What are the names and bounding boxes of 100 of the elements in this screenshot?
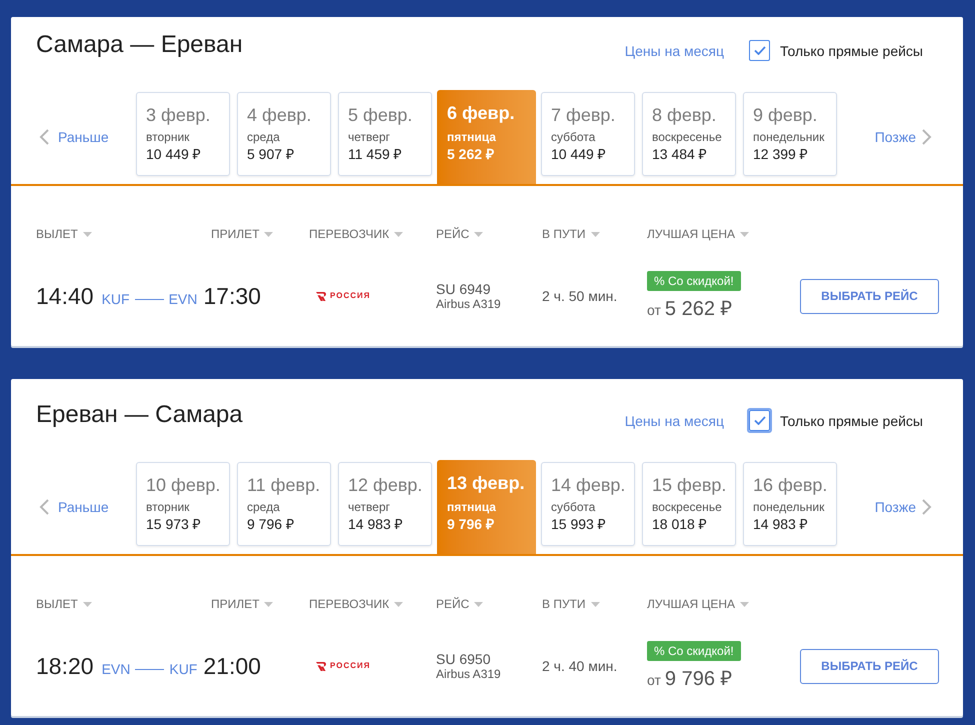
route-line-icon (135, 668, 164, 670)
aircraft-model: Airbus A319 (436, 667, 502, 681)
tile-date: 16 февр. (753, 474, 828, 496)
date-tile[interactable]: 4 февр. среда 5 907 ₽ (237, 92, 331, 176)
column-header[interactable]: ВЫЛЕТ (36, 596, 92, 612)
tile-price: 14 983 ₽ (348, 516, 403, 532)
tile-weekday: понедельник (753, 500, 824, 514)
arrival-time: 21:00 (203, 652, 261, 680)
tile-date: 11 февр. (247, 474, 320, 496)
tile-price: 15 993 ₽ (551, 516, 606, 532)
airport-code: EVN (102, 661, 130, 677)
airport-code: KUF (102, 291, 130, 307)
date-tile[interactable]: 9 февр. понедельник 12 399 ₽ (743, 92, 837, 176)
tile-date: 12 февр. (348, 474, 422, 496)
tile-weekday: четверг (348, 130, 390, 144)
later-link[interactable]: Позже (874, 462, 932, 546)
airline-logo-icon (316, 662, 326, 670)
tile-weekday: суббота (551, 500, 596, 514)
date-tile[interactable]: 12 февр. четверг 14 983 ₽ (338, 462, 432, 546)
chevron-right-icon (922, 128, 932, 144)
column-header[interactable]: В ПУТИ (542, 596, 600, 612)
sort-caret-icon (394, 602, 404, 606)
tile-weekday: воскресенье (652, 130, 722, 144)
date-tile[interactable]: 14 февр. суббота 15 993 ₽ (541, 462, 635, 546)
checkbox-label[interactable]: Только прямые рейсы (780, 42, 923, 58)
tile-weekday: пятница (447, 130, 496, 144)
aircraft-model: Airbus A319 (436, 297, 502, 311)
column-header[interactable]: ЛУЧШАЯ ЦЕНА (647, 596, 750, 612)
column-header[interactable]: ВЫЛЕТ (36, 226, 92, 242)
month-prices-link[interactable]: Цены на месяц (624, 412, 724, 428)
tile-weekday: вторник (146, 500, 190, 514)
sort-caret-icon (474, 232, 484, 236)
tile-price: 12 399 ₽ (753, 146, 808, 162)
column-header[interactable]: ЛУЧШАЯ ЦЕНА (647, 226, 750, 242)
departure-time: 18:20 (36, 652, 94, 680)
chevron-right-icon (922, 498, 932, 514)
flight-duration: 2 ч. 50 мин. (542, 288, 618, 304)
airport-code: KUF (169, 661, 198, 677)
date-tile[interactable]: 6 февр. пятница 5 262 ₽ (437, 90, 536, 184)
tile-date: 9 февр. (753, 104, 818, 126)
column-header[interactable]: ПРИЛЕТ (211, 596, 274, 612)
month-prices-link[interactable]: Цены на месяц (624, 42, 724, 58)
later-link[interactable]: Позже (874, 92, 932, 176)
tile-weekday: воскресенье (652, 500, 722, 514)
chevron-left-icon (39, 128, 49, 144)
sort-caret-icon (394, 232, 404, 236)
tile-date: 10 февр. (146, 474, 220, 496)
tile-date: 8 февр. (652, 104, 716, 126)
sort-caret-icon (82, 602, 92, 606)
route-title: Ереван — Самара (36, 400, 243, 430)
sort-caret-icon (474, 602, 484, 606)
tile-price: 5 907 ₽ (247, 146, 294, 162)
column-header[interactable]: ПЕРЕВОЗЧИК (309, 226, 404, 242)
date-tile[interactable]: 16 февр. понедельник 14 983 ₽ (743, 462, 837, 546)
tile-weekday: четверг (348, 500, 390, 514)
sort-caret-icon (740, 232, 750, 236)
date-tile[interactable]: 11 февр. среда 9 796 ₽ (237, 462, 331, 546)
checkbox-label[interactable]: Только прямые рейсы (780, 412, 923, 428)
flight-number: SU 6949 (436, 281, 492, 297)
flight-duration: 2 ч. 40 мин. (542, 658, 618, 674)
date-tile[interactable]: 8 февр. воскресенье 13 484 ₽ (642, 92, 736, 176)
column-header[interactable]: ПЕРЕВОЗЧИК (309, 596, 404, 612)
airline-logo-icon (316, 292, 326, 300)
date-tile[interactable]: 5 февр. четверг 11 459 ₽ (338, 92, 432, 176)
tile-date: 13 февр. (447, 472, 525, 494)
column-header[interactable]: В ПУТИ (542, 226, 600, 242)
tile-weekday: суббота (551, 130, 596, 144)
arrival-time: 17:30 (203, 282, 261, 310)
sort-caret-icon (590, 232, 600, 236)
price-prefix: от (647, 302, 661, 318)
date-tile[interactable]: 10 февр. вторник 15 973 ₽ (136, 462, 230, 546)
date-tile[interactable]: 3 февр. вторник 10 449 ₽ (136, 92, 230, 176)
tile-weekday: вторник (146, 130, 190, 144)
tile-date: 14 февр. (551, 474, 626, 496)
airport-code: EVN (168, 291, 198, 307)
tile-price: 9 796 ₽ (247, 516, 294, 532)
earlier-link[interactable]: Раньше (36, 462, 136, 546)
airline-name: РОССИЯ (330, 291, 371, 301)
departure-time: 14:40 (36, 282, 94, 310)
direct-flights-checkbox[interactable] (749, 40, 770, 61)
date-tile[interactable]: 15 февр. воскресенье 18 018 ₽ (642, 462, 736, 546)
date-tile[interactable]: 7 февр. суббота 10 449 ₽ (541, 92, 635, 176)
column-header[interactable]: ПРИЛЕТ (211, 226, 274, 242)
column-header[interactable]: РЕЙС (436, 226, 484, 242)
sort-caret-icon (264, 232, 274, 236)
sort-caret-icon (264, 602, 274, 606)
column-header[interactable]: РЕЙС (436, 596, 484, 612)
tile-weekday: пятница (447, 500, 496, 514)
tile-date: 6 февр. (447, 102, 515, 124)
discount-badge: % Со скидкой! (647, 641, 741, 661)
select-flight-button[interactable]: ВЫБРАТЬ РЕЙС (800, 648, 939, 684)
price-prefix: от (647, 672, 661, 688)
date-tile[interactable]: 13 февр. пятница 9 796 ₽ (437, 460, 536, 554)
tile-weekday: понедельник (753, 130, 824, 144)
select-flight-button[interactable]: ВЫБРАТЬ РЕЙС (800, 278, 939, 314)
tile-date: 15 февр. (652, 474, 726, 496)
route-line-icon (134, 298, 164, 300)
checkmark-icon (754, 46, 766, 55)
earlier-link[interactable]: Раньше (36, 92, 136, 176)
route-title: Самара — Ереван (36, 30, 243, 60)
